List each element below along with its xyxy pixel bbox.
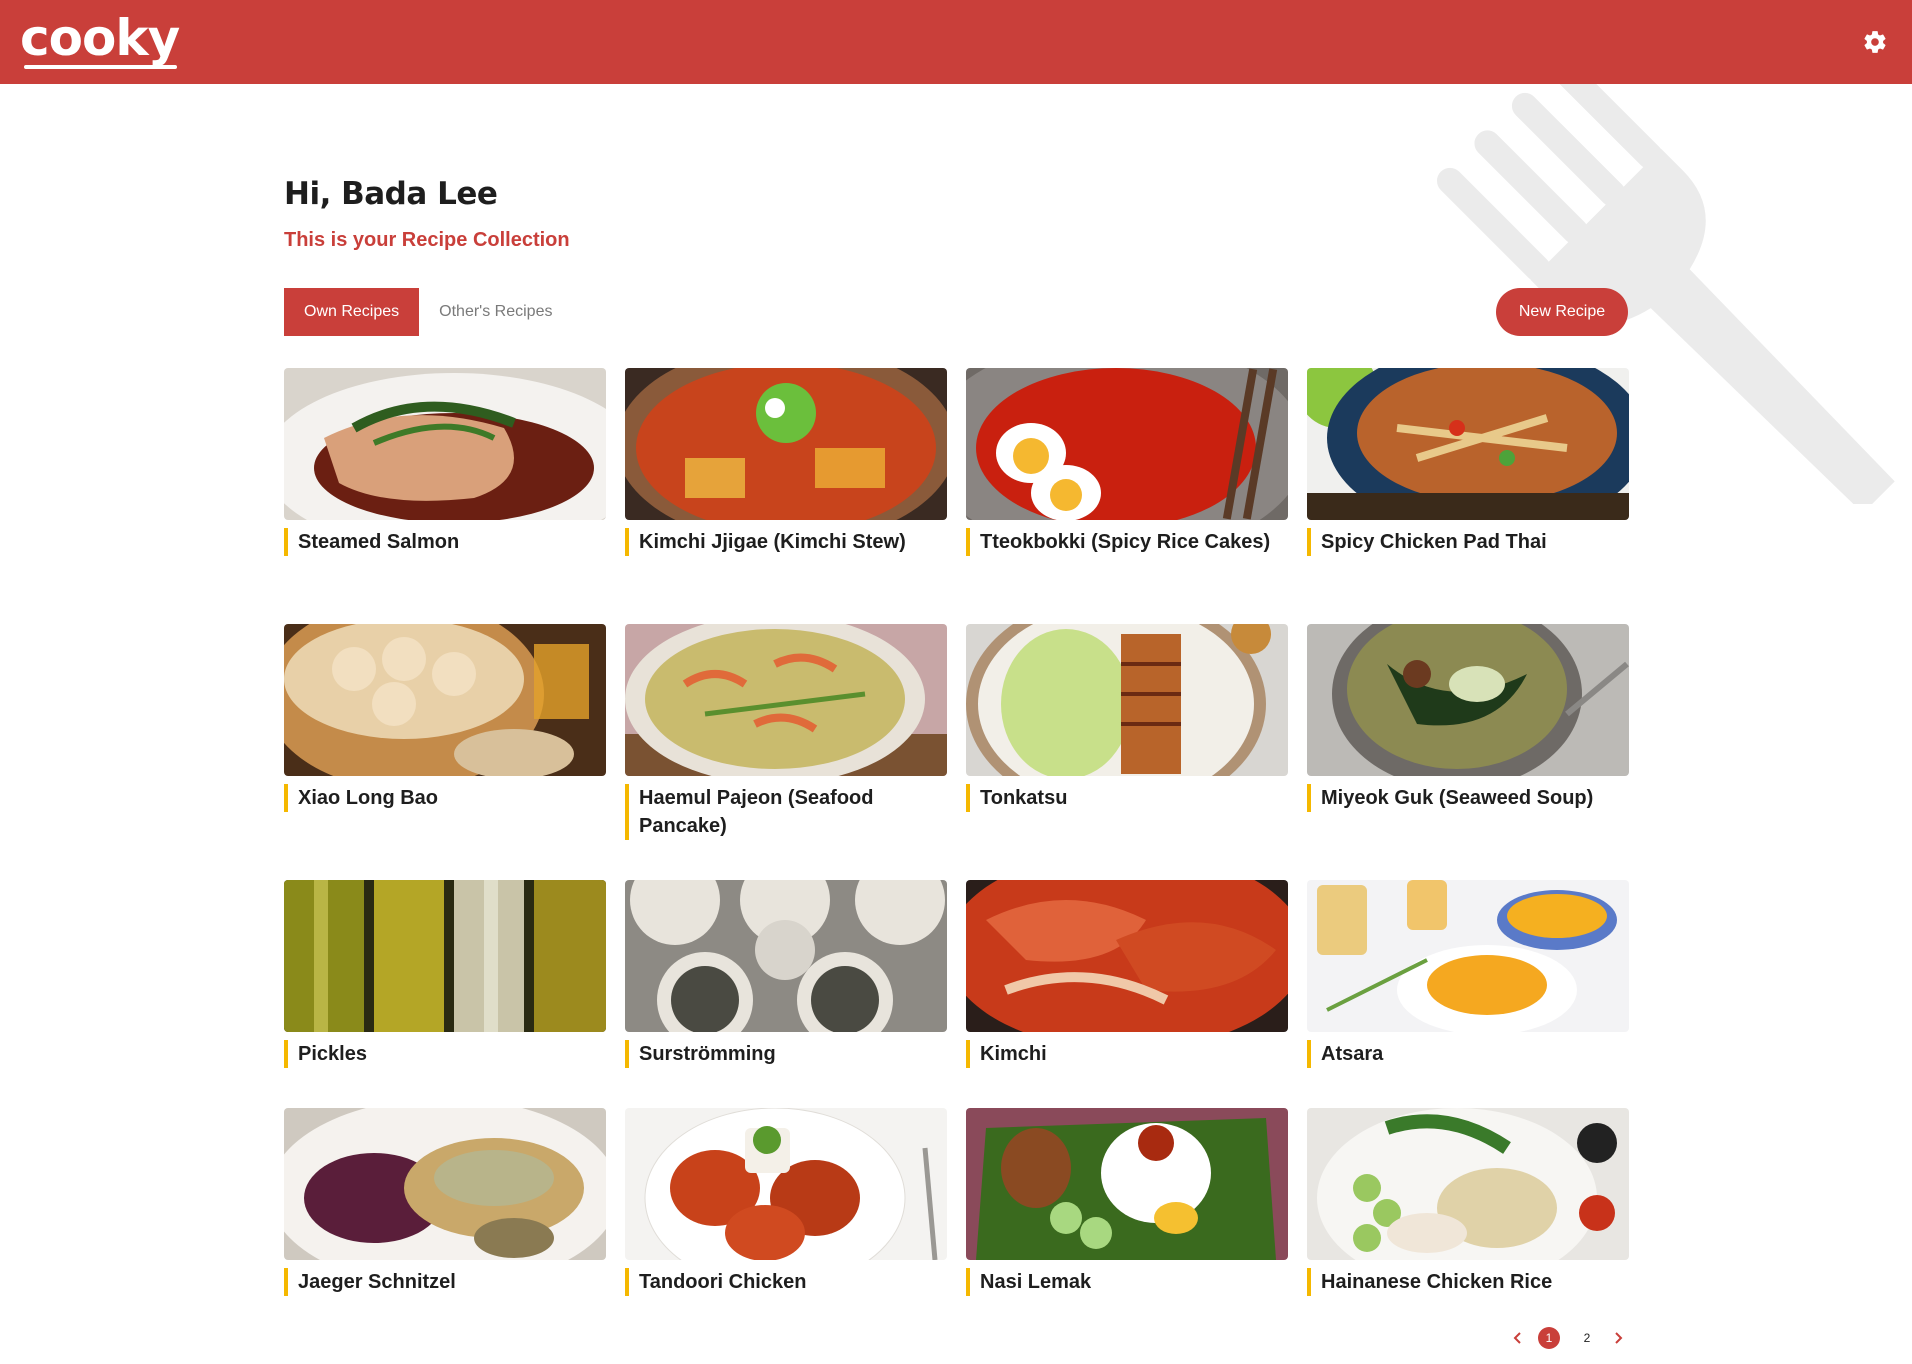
recipe-card[interactable]: Surströmming	[625, 880, 947, 1068]
recipe-card[interactable]: Jaeger Schnitzel	[284, 1108, 606, 1296]
page-subtitle: This is your Recipe Collection	[284, 229, 570, 251]
page-title: Hi, Bada Lee	[284, 176, 498, 212]
recipe-image[interactable]	[284, 368, 606, 520]
recipe-card[interactable]: Atsara	[1307, 880, 1629, 1068]
recipe-title[interactable]: Nasi Lemak	[966, 1268, 1288, 1296]
recipe-image[interactable]	[966, 368, 1288, 520]
recipe-title[interactable]: Tandoori Chicken	[625, 1268, 947, 1296]
chevron-right-icon	[1615, 1332, 1623, 1344]
recipe-image[interactable]	[1307, 368, 1629, 520]
recipe-image[interactable]	[625, 624, 947, 776]
recipe-card[interactable]: Pickles	[284, 880, 606, 1068]
logo-text: cooky	[20, 9, 180, 67]
top-bar: cooky	[0, 0, 1912, 84]
recipe-card[interactable]: Tandoori Chicken	[625, 1108, 947, 1296]
chevron-left-icon	[1513, 1332, 1521, 1344]
recipe-image[interactable]	[625, 1108, 947, 1260]
recipe-card[interactable]: Tonkatsu	[966, 624, 1288, 812]
recipe-title[interactable]: Xiao Long Bao	[284, 784, 606, 812]
recipe-title[interactable]: Spicy Chicken Pad Thai	[1307, 528, 1629, 556]
recipe-title[interactable]: Tteokbokki (Spicy Rice Cakes)	[966, 528, 1288, 556]
recipe-image[interactable]	[1307, 624, 1629, 776]
recipe-image[interactable]	[966, 1108, 1288, 1260]
recipe-image[interactable]	[625, 368, 947, 520]
recipe-image[interactable]	[1307, 1108, 1629, 1260]
recipe-card[interactable]: Miyeok Guk (Seaweed Soup)	[1307, 624, 1629, 812]
tab-own-recipes[interactable]: Own Recipes	[284, 288, 420, 336]
tab-others-recipes[interactable]: Other's Recipes	[419, 288, 572, 336]
next-page-button[interactable]	[1606, 1326, 1630, 1350]
recipe-title[interactable]: Jaeger Schnitzel	[284, 1268, 606, 1296]
recipe-image[interactable]	[284, 1108, 606, 1260]
recipe-card[interactable]: Steamed Salmon	[284, 368, 606, 556]
recipe-title[interactable]: Pickles	[284, 1040, 606, 1068]
new-recipe-button[interactable]: New Recipe	[1496, 288, 1628, 336]
recipe-card[interactable]: Haemul Pajeon (Seafood Pancake)	[625, 624, 947, 840]
settings-button[interactable]	[1860, 27, 1890, 57]
pagination: 1 2	[1506, 1326, 1630, 1350]
recipe-title[interactable]: Surströmming	[625, 1040, 947, 1068]
recipe-card[interactable]: Xiao Long Bao	[284, 624, 606, 812]
recipe-image[interactable]	[625, 880, 947, 1032]
page-2-button[interactable]: 2	[1576, 1327, 1598, 1349]
recipe-card[interactable]: Tteokbokki (Spicy Rice Cakes)	[966, 368, 1288, 556]
recipe-image[interactable]	[1307, 880, 1629, 1032]
recipe-card[interactable]: Nasi Lemak	[966, 1108, 1288, 1296]
recipe-card[interactable]: Hainanese Chicken Rice	[1307, 1108, 1629, 1296]
recipe-card[interactable]: Spicy Chicken Pad Thai	[1307, 368, 1629, 556]
recipe-title[interactable]: Kimchi Jjigae (Kimchi Stew)	[625, 528, 947, 556]
gear-icon	[1864, 31, 1886, 53]
recipe-card[interactable]: Kimchi	[966, 880, 1288, 1068]
recipe-title[interactable]: Hainanese Chicken Rice	[1307, 1268, 1629, 1296]
prev-page-button[interactable]	[1506, 1326, 1530, 1350]
recipe-card[interactable]: Kimchi Jjigae (Kimchi Stew)	[625, 368, 947, 556]
logo-underline	[24, 65, 178, 69]
recipe-title[interactable]: Miyeok Guk (Seaweed Soup)	[1307, 784, 1629, 812]
recipe-image[interactable]	[284, 880, 606, 1032]
recipe-image[interactable]	[966, 880, 1288, 1032]
recipe-title[interactable]: Haemul Pajeon (Seafood Pancake)	[625, 784, 947, 840]
recipe-title[interactable]: Kimchi	[966, 1040, 1288, 1068]
page-1-button[interactable]: 1	[1538, 1327, 1560, 1349]
recipe-title[interactable]: Tonkatsu	[966, 784, 1288, 812]
recipe-title[interactable]: Atsara	[1307, 1040, 1629, 1068]
recipe-image[interactable]	[966, 624, 1288, 776]
recipe-image[interactable]	[284, 624, 606, 776]
recipe-tabs: Own Recipes Other's Recipes	[284, 288, 572, 336]
cooky-logo[interactable]: cooky	[20, 13, 180, 69]
recipe-title[interactable]: Steamed Salmon	[284, 528, 606, 556]
